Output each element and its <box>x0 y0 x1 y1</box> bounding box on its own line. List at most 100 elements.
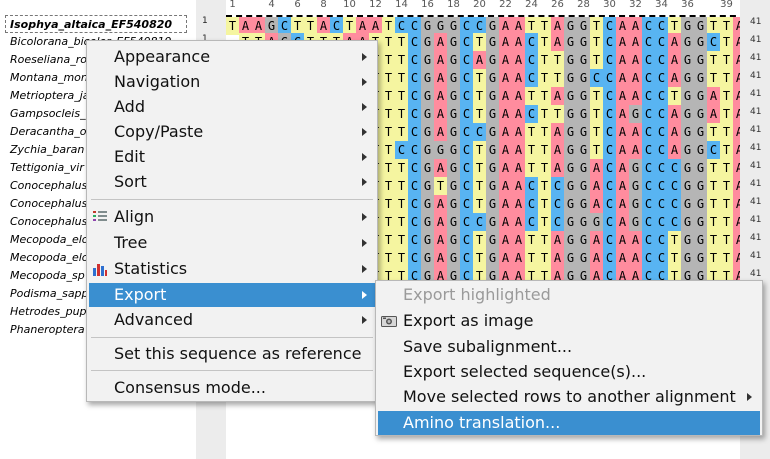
base-cell[interactable]: A <box>668 69 681 87</box>
base-cell[interactable]: G <box>564 177 577 195</box>
base-cell[interactable]: C <box>473 213 486 231</box>
base-cell[interactable]: A <box>499 123 512 141</box>
base-cell[interactable]: A <box>590 195 603 213</box>
base-cell[interactable]: G <box>421 231 434 249</box>
base-cell[interactable]: T <box>668 249 681 267</box>
sequence-name-item[interactable]: Deracantha_o <box>10 123 87 141</box>
base-cell[interactable]: A <box>499 69 512 87</box>
base-cell[interactable]: G <box>486 105 499 123</box>
base-cell[interactable]: T <box>395 105 408 123</box>
base-cell[interactable]: G <box>681 141 694 159</box>
base-cell[interactable]: T <box>538 213 551 231</box>
base-cell[interactable]: G <box>681 123 694 141</box>
base-cell[interactable]: T <box>720 213 733 231</box>
base-cell[interactable]: T <box>395 123 408 141</box>
base-cell[interactable]: G <box>447 105 460 123</box>
base-cell[interactable]: G <box>486 141 499 159</box>
base-cell[interactable]: A <box>512 213 525 231</box>
base-cell[interactable]: T <box>395 213 408 231</box>
sequence-name-item[interactable]: Zychia_baran <box>10 141 84 159</box>
sequence-name-item[interactable]: Conocephalus <box>10 195 87 213</box>
base-cell[interactable]: T <box>395 249 408 267</box>
base-cell[interactable]: A <box>434 231 447 249</box>
base-cell[interactable]: G <box>447 231 460 249</box>
base-cell[interactable]: G <box>564 159 577 177</box>
sequence-name-item[interactable]: Mecopoda_sp <box>10 267 85 285</box>
base-cell[interactable]: A <box>512 69 525 87</box>
base-cell[interactable]: T <box>538 87 551 105</box>
base-cell[interactable]: A <box>551 123 564 141</box>
base-cell[interactable]: C <box>408 195 421 213</box>
base-cell[interactable]: T <box>473 105 486 123</box>
base-cell[interactable]: A <box>499 51 512 69</box>
base-cell[interactable]: T <box>707 231 720 249</box>
base-cell[interactable]: G <box>577 51 590 69</box>
base-cell[interactable]: G <box>694 231 707 249</box>
base-cell[interactable]: A <box>616 51 629 69</box>
base-cell[interactable]: G <box>577 69 590 87</box>
menu-item-export-as-image[interactable]: Export as image <box>378 309 760 333</box>
base-cell[interactable]: C <box>525 33 538 51</box>
base-cell[interactable]: A <box>473 51 486 69</box>
base-cell[interactable]: G <box>629 159 642 177</box>
base-cell[interactable]: A <box>616 87 629 105</box>
menu-item-appearance[interactable]: Appearance <box>89 45 375 69</box>
base-cell[interactable]: A <box>551 33 564 51</box>
base-cell[interactable]: T <box>538 123 551 141</box>
base-cell[interactable]: T <box>707 213 720 231</box>
base-cell[interactable]: C <box>655 141 668 159</box>
base-cell[interactable]: G <box>564 141 577 159</box>
base-cell[interactable]: C <box>655 231 668 249</box>
base-cell[interactable]: A <box>512 249 525 267</box>
base-cell[interactable]: T <box>668 231 681 249</box>
base-cell[interactable]: T <box>525 159 538 177</box>
base-cell[interactable]: T <box>707 159 720 177</box>
base-cell[interactable]: A <box>512 33 525 51</box>
base-cell[interactable]: A <box>629 123 642 141</box>
base-cell[interactable]: T <box>538 51 551 69</box>
base-cell[interactable]: A <box>668 51 681 69</box>
menu-item-edit[interactable]: Edit <box>89 145 375 169</box>
base-cell[interactable]: C <box>655 51 668 69</box>
base-cell[interactable]: T <box>473 33 486 51</box>
base-cell[interactable]: T <box>538 231 551 249</box>
base-cell[interactable]: G <box>681 33 694 51</box>
base-cell[interactable]: A <box>512 105 525 123</box>
base-cell[interactable]: G <box>577 195 590 213</box>
base-cell[interactable]: C <box>655 249 668 267</box>
sequence-name-item[interactable]: Metrioptera_ja <box>10 87 90 105</box>
base-cell[interactable]: T <box>382 177 395 195</box>
base-cell[interactable]: G <box>434 141 447 159</box>
base-cell[interactable]: G <box>421 177 434 195</box>
base-cell[interactable]: C <box>668 177 681 195</box>
menu-item-export-highlighted[interactable]: Export highlighted <box>378 283 760 307</box>
base-cell[interactable]: C <box>408 177 421 195</box>
base-cell[interactable]: T <box>720 105 733 123</box>
base-cell[interactable]: G <box>421 213 434 231</box>
base-cell[interactable]: G <box>629 177 642 195</box>
base-cell[interactable]: C <box>603 213 616 231</box>
sequence-name-item[interactable]: Mecopoda_elo <box>10 249 89 267</box>
base-cell[interactable]: T <box>473 141 486 159</box>
base-cell[interactable]: A <box>499 105 512 123</box>
base-cell[interactable]: T <box>707 123 720 141</box>
base-cell[interactable]: T <box>720 33 733 51</box>
base-cell[interactable]: A <box>434 195 447 213</box>
alignment-row[interactable]: TAAGCTTACTAATCCGGGCCGAATTAGGTCAACCTGGTTA <box>226 15 740 35</box>
base-cell[interactable]: C <box>408 249 421 267</box>
base-cell[interactable]: A <box>590 231 603 249</box>
base-cell[interactable]: A <box>733 141 740 159</box>
base-cell[interactable]: T <box>525 231 538 249</box>
base-cell[interactable]: T <box>538 249 551 267</box>
base-cell[interactable]: C <box>460 159 473 177</box>
base-cell[interactable]: T <box>538 177 551 195</box>
base-cell[interactable]: G <box>681 249 694 267</box>
sequence-name-item[interactable]: Isophya_altaica_EF540820 <box>5 15 187 33</box>
base-cell[interactable]: C <box>525 69 538 87</box>
base-cell[interactable]: C <box>642 159 655 177</box>
base-cell[interactable]: A <box>499 231 512 249</box>
base-cell[interactable]: A <box>733 51 740 69</box>
base-cell[interactable]: C <box>395 141 408 159</box>
base-cell[interactable]: G <box>694 213 707 231</box>
base-cell[interactable]: T <box>590 123 603 141</box>
